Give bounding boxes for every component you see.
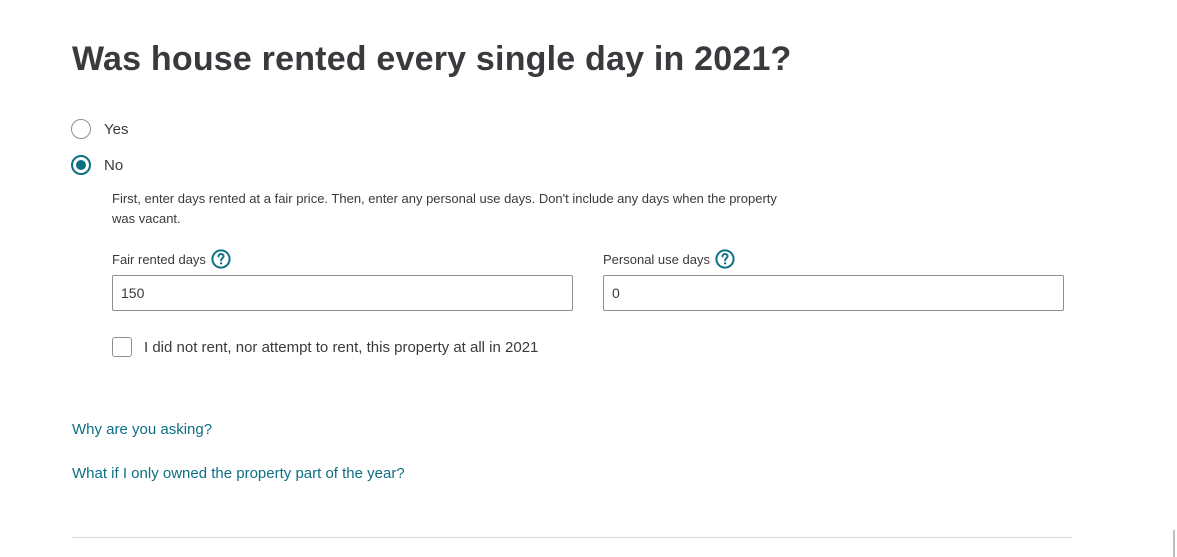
radio-label-no: No bbox=[104, 156, 124, 174]
personal-use-days-label-group: Personal use days bbox=[603, 249, 735, 269]
did-not-rent-option[interactable]: I did not rent, nor attempt to rent, thi… bbox=[112, 337, 538, 357]
radio-option-yes[interactable]: Yes bbox=[71, 119, 128, 139]
instructions-text: First, enter days rented at a fair price… bbox=[112, 191, 777, 226]
fair-rented-days-label-group: Fair rented days bbox=[112, 249, 231, 269]
scrollbar-edge bbox=[1173, 530, 1175, 557]
question-circle-icon[interactable] bbox=[715, 249, 735, 269]
question-circle-icon[interactable] bbox=[211, 249, 231, 269]
section-divider bbox=[72, 537, 1072, 538]
fair-rented-days-label: Fair rented days bbox=[112, 251, 206, 267]
personal-use-days-input[interactable] bbox=[603, 275, 1064, 311]
radio-label-yes: Yes bbox=[104, 120, 129, 138]
part-year-ownership-link[interactable]: What if I only owned the property part o… bbox=[72, 465, 405, 482]
did-not-rent-label: I did not rent, nor attempt to rent, thi… bbox=[144, 338, 539, 356]
why-asking-link[interactable]: Why are you asking? bbox=[72, 421, 212, 438]
page-title: Was house rented every single day in 202… bbox=[72, 40, 792, 78]
radio-option-no[interactable]: No bbox=[71, 155, 123, 175]
radio-selected-dot bbox=[76, 160, 86, 170]
did-not-rent-checkbox[interactable] bbox=[112, 337, 132, 357]
radio-button-yes[interactable] bbox=[71, 119, 91, 139]
fair-rented-days-input[interactable] bbox=[112, 275, 573, 311]
personal-use-days-label: Personal use days bbox=[603, 251, 710, 267]
radio-button-no[interactable] bbox=[71, 155, 91, 175]
